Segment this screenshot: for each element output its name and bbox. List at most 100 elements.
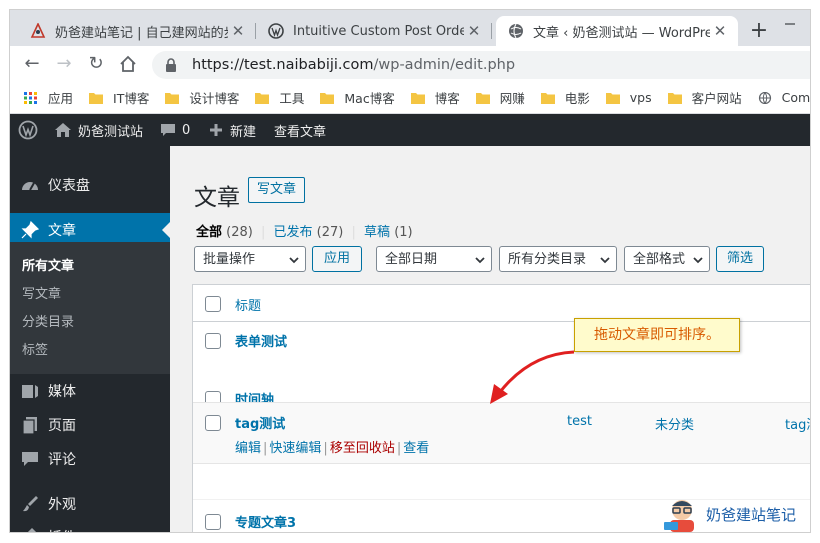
menu-label: 页面 xyxy=(48,418,76,434)
tab-wp-admin-posts[interactable]: 文章 ‹ 奶爸测试站 — WordPress ✕ xyxy=(496,16,738,46)
wordpress-favicon-icon xyxy=(268,23,284,39)
filter-all[interactable]: 全部 xyxy=(196,225,222,240)
plus-icon xyxy=(210,124,222,136)
post-title-link[interactable]: 表单测试 xyxy=(235,331,287,350)
menu-label: 文章 xyxy=(48,223,76,239)
filter-published[interactable]: 已发布 xyxy=(274,225,313,240)
view-posts-link[interactable]: 查看文章 xyxy=(274,114,326,146)
menu-plugins[interactable]: 插件 xyxy=(10,520,170,532)
posts-submenu: 所有文章 写文章 分类目录 标签 xyxy=(10,242,170,374)
wp-logo-menu[interactable] xyxy=(18,114,44,146)
new-content-menu[interactable]: 新建 xyxy=(208,114,256,146)
trash-link[interactable]: 移至回收站 xyxy=(330,441,395,456)
action-separator: | xyxy=(396,441,402,456)
bookmark-folder[interactable]: 电影 xyxy=(540,88,590,107)
select-all-checkbox[interactable] xyxy=(205,296,221,312)
tab-close-icon[interactable]: ✕ xyxy=(710,22,730,40)
filter-published-count: (27) xyxy=(316,225,344,240)
reload-icon[interactable]: ↻ xyxy=(86,54,106,74)
post-status-filters: 全部 (28) | 已发布 (27) | 草稿 (1) xyxy=(196,221,413,240)
post-tags[interactable]: tag测 xyxy=(785,414,810,433)
menu-appearance[interactable]: 外观 xyxy=(10,487,170,521)
view-link[interactable]: 查看 xyxy=(403,441,429,456)
bookmark-folder[interactable]: 客户网站 xyxy=(667,88,742,107)
chevron-down-icon xyxy=(475,257,485,264)
admin-sidebar: 仪表盘 文章 所有文章 写文章 分类目录 标签 媒体 页面 评论 外观 xyxy=(10,146,170,532)
table-row-dragging[interactable]: tag测试 test 未分类 tag测 编辑|快速编辑|移至回收站|查看 xyxy=(193,402,810,464)
select-value: 批量操作 xyxy=(203,252,256,267)
site-name-menu[interactable]: 奶爸测试站 xyxy=(54,114,143,146)
tab-close-icon[interactable]: ✕ xyxy=(464,22,484,40)
folder-icon xyxy=(89,92,104,104)
filter-all-count: (28) xyxy=(226,225,253,240)
globe-icon xyxy=(758,91,771,104)
menu-media[interactable]: 媒体 xyxy=(10,374,170,408)
row-checkbox[interactable] xyxy=(205,333,221,349)
action-separator: | xyxy=(263,441,268,456)
category-filter-select[interactable]: 所有分类目录 xyxy=(499,246,617,272)
submenu-all-posts[interactable]: 所有文章 xyxy=(22,255,74,274)
submenu-tags[interactable]: 标签 xyxy=(22,339,48,358)
post-title-link[interactable]: tag测试 xyxy=(235,413,285,432)
bookmark-label: Compr xyxy=(781,90,810,105)
tab-plugin-page[interactable]: Intuitive Custom Post Order – ✕ xyxy=(256,16,492,46)
pages-icon xyxy=(22,417,37,435)
submenu-categories[interactable]: 分类目录 xyxy=(22,311,74,330)
tab-title: Intuitive Custom Post Order – xyxy=(293,23,464,39)
menu-comments[interactable]: 评论 xyxy=(10,442,170,476)
comments-menu[interactable]: 0 xyxy=(160,114,190,146)
bulk-action-select[interactable]: 批量操作 xyxy=(194,246,306,272)
apply-button[interactable]: 应用 xyxy=(312,246,362,272)
filter-separator: | xyxy=(351,225,356,240)
row-actions: 编辑 | 快速编辑 | 移至回收站 | 查看 xyxy=(235,437,429,456)
bookmark-folder[interactable]: 博客 xyxy=(410,88,460,107)
folder-icon xyxy=(165,92,180,104)
tab-naibabiji[interactable]: 奶爸建站笔记 | 自己建网站的步骤 ✕ xyxy=(18,16,256,46)
address-bar[interactable]: https://test.naibabiji.com/wp-admin/edit… xyxy=(152,51,810,79)
folder-icon xyxy=(320,92,335,104)
tab-close-icon[interactable]: ✕ xyxy=(228,22,248,40)
bookmark-folder[interactable]: IT博客 xyxy=(89,88,149,107)
forward-arrow-icon[interactable]: → xyxy=(54,54,74,74)
add-new-post-button[interactable]: 写文章 xyxy=(248,177,306,203)
menu-label: 媒体 xyxy=(48,384,76,400)
tab-title: 文章 ‹ 奶爸测试站 — WordPress xyxy=(533,25,710,41)
bookmark-apps[interactable]: 应用 xyxy=(24,88,73,107)
bookmark-folder[interactable]: 设计博客 xyxy=(165,88,239,107)
post-author[interactable]: test xyxy=(567,414,592,429)
post-category[interactable]: 未分类 xyxy=(655,414,694,433)
filter-drafts[interactable]: 草稿 xyxy=(364,225,390,240)
folder-icon xyxy=(475,92,490,104)
bookmark-folder[interactable]: Mac博客 xyxy=(320,88,395,107)
filter-separator: | xyxy=(260,225,266,240)
bookmark-folder[interactable]: 网赚 xyxy=(475,88,525,107)
menu-dashboard[interactable]: 仪表盘 xyxy=(10,168,170,202)
quick-edit-link[interactable]: 快速编辑 xyxy=(269,441,321,456)
post-title-link[interactable]: 时间轴 xyxy=(235,389,274,403)
bookmark-site[interactable]: Compr xyxy=(758,90,810,105)
bookmark-label: 网赚 xyxy=(499,91,525,106)
new-tab-button[interactable]: + xyxy=(746,19,772,45)
row-checkbox[interactable] xyxy=(205,514,221,530)
globe-favicon-icon xyxy=(509,23,523,39)
tab-strip: 奶爸建站笔记 | 自己建网站的步骤 ✕ Intuitive Custom Pos… xyxy=(10,10,810,46)
post-title-link[interactable]: 专题文章3 xyxy=(235,512,296,531)
column-title[interactable]: 标题 xyxy=(235,295,261,314)
edit-link[interactable]: 编辑 xyxy=(235,441,261,456)
minimize-window-icon[interactable] xyxy=(780,14,800,34)
home-icon[interactable] xyxy=(118,54,138,74)
url-text: https://test.naibabiji.com/wp-admin/edit… xyxy=(192,57,515,73)
date-filter-select[interactable]: 全部日期 xyxy=(376,246,492,272)
submenu-add-new[interactable]: 写文章 xyxy=(22,283,61,302)
chevron-down-icon xyxy=(693,257,703,264)
back-arrow-icon[interactable]: ← xyxy=(22,54,42,74)
menu-pages[interactable]: 页面 xyxy=(10,408,170,442)
paintbrush-icon xyxy=(23,496,38,512)
bookmark-folder[interactable]: vps xyxy=(605,90,652,105)
page-title: 文章 xyxy=(194,185,240,211)
bookmark-label: 设计博客 xyxy=(189,91,240,106)
format-filter-select[interactable]: 全部格式 xyxy=(624,246,710,272)
filter-button[interactable]: 筛选 xyxy=(716,246,764,272)
row-checkbox[interactable] xyxy=(205,415,221,431)
bookmark-folder[interactable]: 工具 xyxy=(255,88,304,107)
